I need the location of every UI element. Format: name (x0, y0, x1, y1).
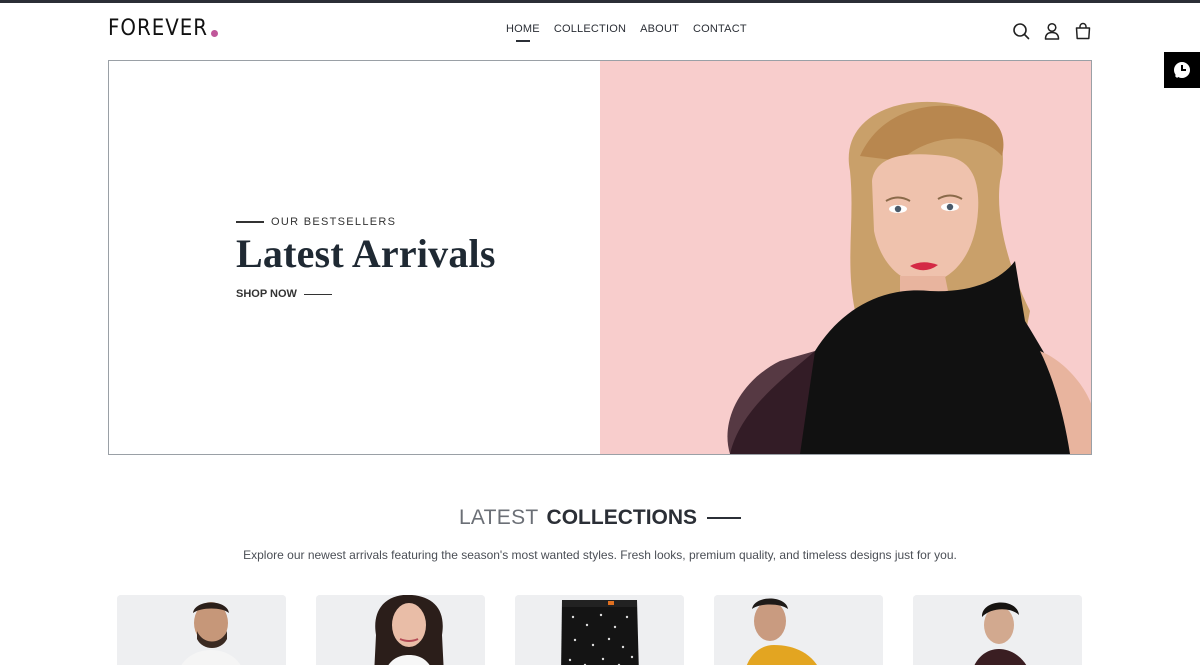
collections-description: Explore our newest arrivals featuring th… (243, 548, 957, 562)
product-card[interactable] (913, 595, 1082, 665)
shop-now-link[interactable]: SHOP NOW (236, 288, 496, 300)
product-image-man-mustard-shirt (714, 595, 883, 665)
nav-about[interactable]: ABOUT (640, 23, 679, 35)
hero-headline: Latest Arrivals (236, 231, 496, 276)
brand-logo-dot (211, 30, 219, 37)
hero-image (600, 61, 1091, 454)
nav-contact[interactable]: CONTACT (693, 23, 747, 35)
search-icon[interactable] (1012, 22, 1030, 40)
product-image-woman-white-top (316, 595, 485, 665)
kicker-line (236, 221, 264, 223)
product-image-black-patterned-pants (515, 595, 684, 665)
shop-now-line (303, 293, 332, 295)
chat-icon (1174, 62, 1190, 79)
collections-title-bold: COLLECTIONS (546, 506, 698, 529)
user-icon[interactable] (1043, 22, 1061, 40)
product-card[interactable] (117, 595, 286, 665)
nav-collection[interactable]: COLLECTION (554, 23, 626, 35)
collections-title-line (707, 517, 742, 519)
product-card[interactable] (515, 595, 684, 665)
hero-banner: OUR BESTSELLERS Latest Arrivals SHOP NOW (108, 60, 1092, 455)
brand-logo[interactable]: FOREVER (108, 16, 219, 41)
hero-kicker: OUR BESTSELLERS (236, 216, 496, 228)
product-image-man-dark-shirt (913, 595, 1082, 665)
hero-text: OUR BESTSELLERS Latest Arrivals SHOP NOW (236, 216, 496, 300)
product-card[interactable] (714, 595, 883, 665)
shop-now-label: SHOP NOW (236, 288, 297, 300)
hero-text-panel: OUR BESTSELLERS Latest Arrivals SHOP NOW (109, 61, 600, 454)
product-card[interactable] (316, 595, 485, 665)
collections-title-light: LATEST (458, 506, 539, 529)
shopping-bag-icon[interactable] (1074, 22, 1092, 40)
main-nav: HOME COLLECTION ABOUT CONTACT (506, 23, 747, 35)
nav-home[interactable]: HOME (506, 23, 540, 35)
chat-button[interactable] (1164, 52, 1200, 88)
product-grid (117, 595, 1082, 665)
brand-logo-text: FOREVER (108, 16, 209, 41)
product-image-man-white-shirt (117, 595, 286, 665)
hero-kicker-text: OUR BESTSELLERS (271, 216, 397, 228)
header-icons (1012, 22, 1092, 40)
collections-title: LATEST COLLECTIONS (0, 506, 1200, 530)
site-header: FOREVER HOME COLLECTION ABOUT CONTACT (108, 3, 1092, 60)
